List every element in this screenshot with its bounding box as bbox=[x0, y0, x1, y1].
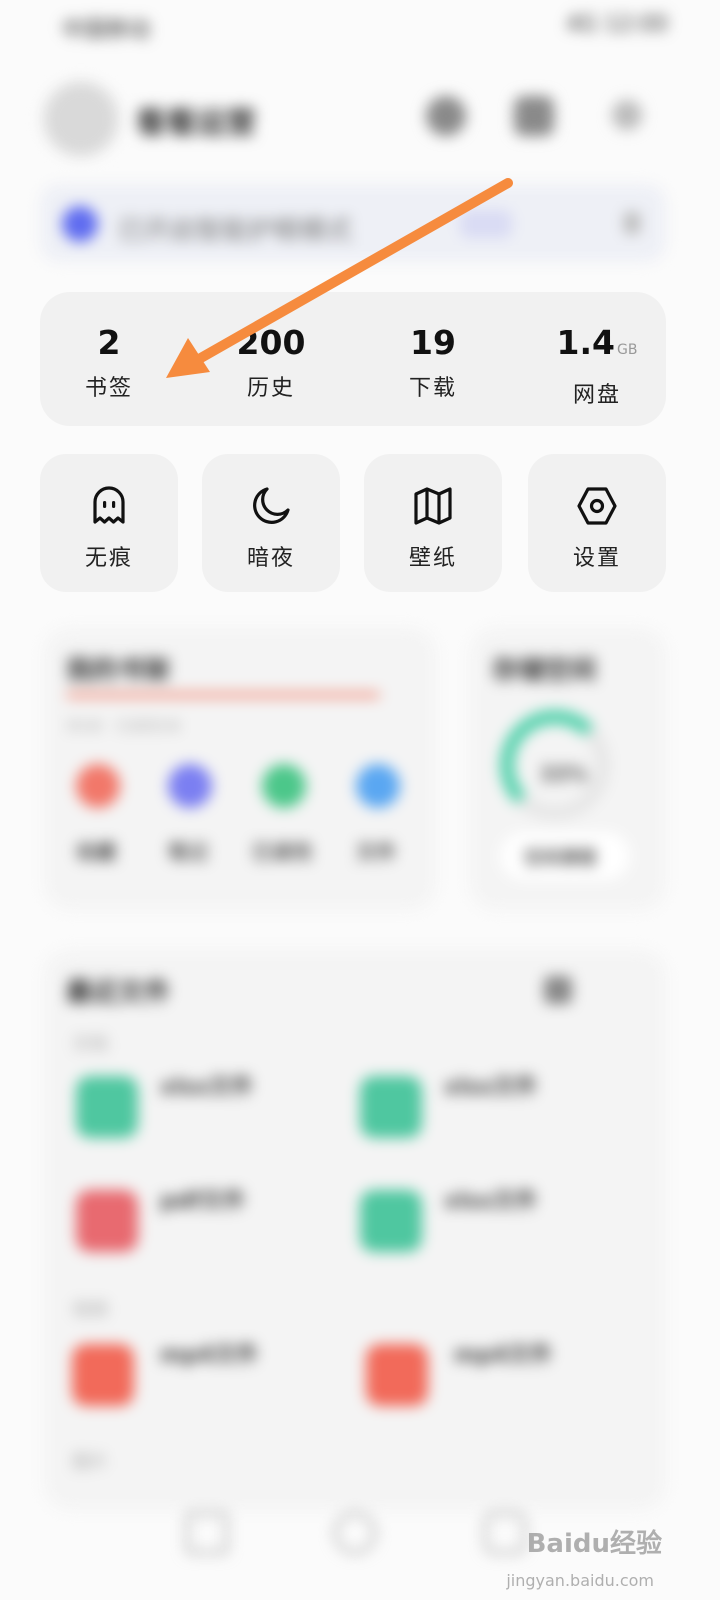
watermark-logo: Baidu经验 bbox=[526, 1529, 662, 1559]
annotation-arrow bbox=[166, 178, 513, 378]
watermark-url: jingyan.baidu.com bbox=[506, 1571, 654, 1590]
